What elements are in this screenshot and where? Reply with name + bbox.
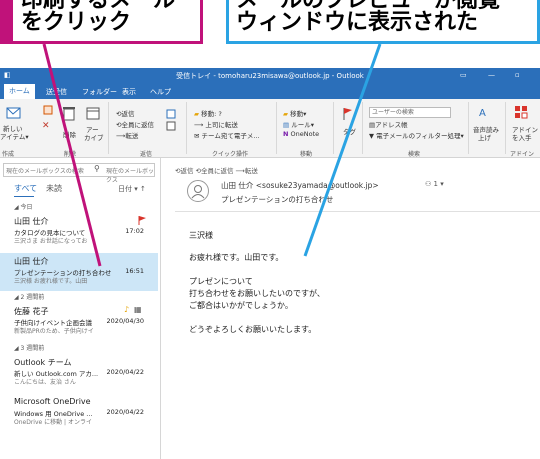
callout-left: 印刷するメール をクリック xyxy=(0,0,203,44)
callout-arrows xyxy=(42,43,382,267)
left-callout-arrow xyxy=(42,43,102,267)
callout-left-line2: をクリック xyxy=(21,10,132,35)
callout-right: メールのプレビューが閲覧 ウィンドウに表示された xyxy=(226,0,540,44)
callout-left-bar xyxy=(3,0,13,44)
right-callout-arrow xyxy=(303,43,382,257)
callout-right-line2: ウィンドウに表示された xyxy=(236,10,479,35)
